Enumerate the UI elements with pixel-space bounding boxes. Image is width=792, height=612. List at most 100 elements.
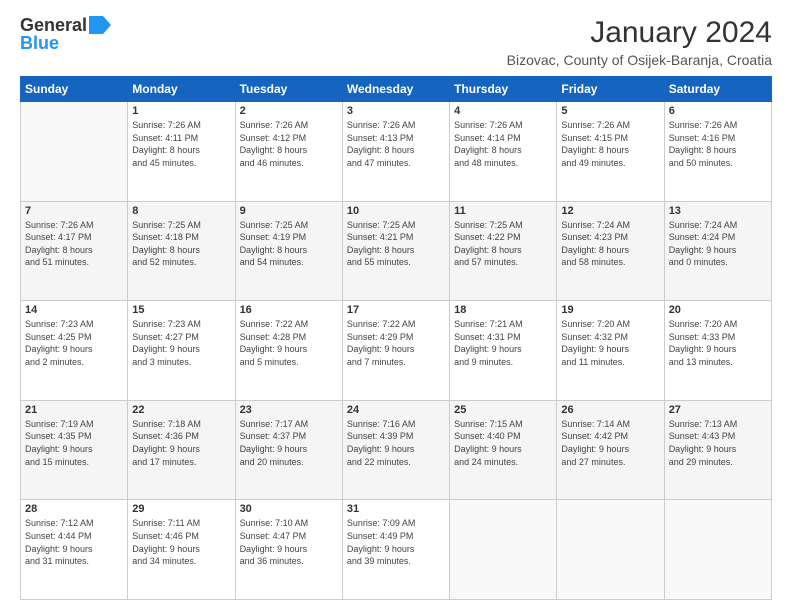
calendar-cell: 21Sunrise: 7:19 AM Sunset: 4:35 PM Dayli…: [21, 400, 128, 500]
day-info: Sunrise: 7:11 AM Sunset: 4:46 PM Dayligh…: [132, 517, 230, 567]
day-info: Sunrise: 7:23 AM Sunset: 4:27 PM Dayligh…: [132, 318, 230, 368]
day-info: Sunrise: 7:21 AM Sunset: 4:31 PM Dayligh…: [454, 318, 552, 368]
day-info: Sunrise: 7:17 AM Sunset: 4:37 PM Dayligh…: [240, 418, 338, 468]
week-row-4: 28Sunrise: 7:12 AM Sunset: 4:44 PM Dayli…: [21, 500, 772, 600]
day-number: 19: [561, 304, 659, 316]
calendar-cell: 24Sunrise: 7:16 AM Sunset: 4:39 PM Dayli…: [342, 400, 449, 500]
week-row-0: 1Sunrise: 7:26 AM Sunset: 4:11 PM Daylig…: [21, 102, 772, 202]
calendar-cell: 14 Sunrise: 7:23 AM Sunset: 4:25 PM Dayli…: [21, 301, 128, 401]
day-number: 13: [669, 205, 767, 217]
calendar-cell: 6Sunrise: 7:26 AM Sunset: 4:16 PM Daylig…: [664, 102, 771, 202]
calendar-cell: 18 Sunrise: 7:21 AM Sunset: 4:31 PM Dayli…: [450, 301, 557, 401]
calendar-table: SundayMondayTuesdayWednesdayThursdayFrid…: [20, 76, 772, 600]
day-info: Sunrise: 7:22 AM Sunset: 4:29 PM Dayligh…: [347, 318, 445, 368]
day-number: 24: [347, 404, 445, 416]
day-number: 15: [132, 304, 230, 316]
day-number: 25: [454, 404, 552, 416]
day-number: 21: [25, 404, 123, 416]
calendar-cell: 5 Sunrise: 7:26 AM Sunset: 4:15 PM Daylig…: [557, 102, 664, 202]
calendar-cell: 9Sunrise: 7:25 AM Sunset: 4:19 PM Daylig…: [235, 201, 342, 301]
calendar-cell: 12 Sunrise: 7:24 AM Sunset: 4:23 PM Dayli…: [557, 201, 664, 301]
day-info: Sunrise: 7:20 AM Sunset: 4:32 PM Dayligh…: [561, 318, 659, 368]
day-number: 16: [240, 304, 338, 316]
calendar-header-row: SundayMondayTuesdayWednesdayThursdayFrid…: [21, 77, 772, 102]
week-row-2: 14 Sunrise: 7:23 AM Sunset: 4:25 PM Dayli…: [21, 301, 772, 401]
day-number: 17: [347, 304, 445, 316]
day-header-monday: Monday: [128, 77, 235, 102]
day-number: 29: [132, 503, 230, 515]
day-number: 3: [347, 105, 445, 117]
calendar-cell: 28Sunrise: 7:12 AM Sunset: 4:44 PM Dayli…: [21, 500, 128, 600]
page: General Blue January 2024 Bizovac, Count…: [0, 0, 792, 612]
day-header-saturday: Saturday: [664, 77, 771, 102]
day-header-friday: Friday: [557, 77, 664, 102]
day-number: 7: [25, 205, 123, 217]
calendar-cell: [21, 102, 128, 202]
day-number: 12: [561, 205, 659, 217]
month-title: January 2024: [507, 16, 772, 50]
day-number: 14: [25, 304, 123, 316]
day-info: Sunrise: 7:25 AM Sunset: 4:18 PM Dayligh…: [132, 219, 230, 269]
day-info: Sunrise: 7:25 AM Sunset: 4:22 PM Dayligh…: [454, 219, 552, 269]
day-header-tuesday: Tuesday: [235, 77, 342, 102]
calendar-cell: 19 Sunrise: 7:20 AM Sunset: 4:32 PM Dayli…: [557, 301, 664, 401]
logo-icon: [89, 16, 111, 34]
day-number: 22: [132, 404, 230, 416]
day-number: 8: [132, 205, 230, 217]
day-info: Sunrise: 7:24 AM Sunset: 4:23 PM Dayligh…: [561, 219, 659, 269]
day-header-sunday: Sunday: [21, 77, 128, 102]
calendar-cell: 2 Sunrise: 7:26 AM Sunset: 4:12 PM Daylig…: [235, 102, 342, 202]
calendar-cell: 15 Sunrise: 7:23 AM Sunset: 4:27 PM Dayli…: [128, 301, 235, 401]
calendar-cell: 22 Sunrise: 7:18 AM Sunset: 4:36 PM Dayli…: [128, 400, 235, 500]
calendar-cell: 23 Sunrise: 7:17 AM Sunset: 4:37 PM Dayli…: [235, 400, 342, 500]
calendar-cell: 7 Sunrise: 7:26 AM Sunset: 4:17 PM Daylig…: [21, 201, 128, 301]
day-info: Sunrise: 7:20 AM Sunset: 4:33 PM Dayligh…: [669, 318, 767, 368]
calendar-cell: 31Sunrise: 7:09 AM Sunset: 4:49 PM Dayli…: [342, 500, 449, 600]
logo: General Blue: [20, 16, 111, 53]
day-number: 18: [454, 304, 552, 316]
calendar-cell: 1Sunrise: 7:26 AM Sunset: 4:11 PM Daylig…: [128, 102, 235, 202]
day-info: Sunrise: 7:22 AM Sunset: 4:28 PM Dayligh…: [240, 318, 338, 368]
day-header-wednesday: Wednesday: [342, 77, 449, 102]
calendar-cell: 3 Sunrise: 7:26 AM Sunset: 4:13 PM Daylig…: [342, 102, 449, 202]
title-area: January 2024 Bizovac, County of Osijek-B…: [507, 16, 772, 68]
day-number: 2: [240, 105, 338, 117]
day-info: Sunrise: 7:15 AM Sunset: 4:40 PM Dayligh…: [454, 418, 552, 468]
day-info: Sunrise: 7:09 AM Sunset: 4:49 PM Dayligh…: [347, 517, 445, 567]
day-info: Sunrise: 7:26 AM Sunset: 4:13 PM Dayligh…: [347, 119, 445, 169]
calendar-cell: [557, 500, 664, 600]
calendar-cell: 16 Sunrise: 7:22 AM Sunset: 4:28 PM Dayli…: [235, 301, 342, 401]
day-info: Sunrise: 7:24 AM Sunset: 4:24 PM Dayligh…: [669, 219, 767, 269]
day-info: Sunrise: 7:26 AM Sunset: 4:15 PM Dayligh…: [561, 119, 659, 169]
day-number: 26: [561, 404, 659, 416]
week-row-1: 7 Sunrise: 7:26 AM Sunset: 4:17 PM Daylig…: [21, 201, 772, 301]
calendar-cell: 25 Sunrise: 7:15 AM Sunset: 4:40 PM Dayli…: [450, 400, 557, 500]
header: General Blue January 2024 Bizovac, Count…: [20, 16, 772, 68]
day-info: Sunrise: 7:26 AM Sunset: 4:17 PM Dayligh…: [25, 219, 123, 269]
calendar-cell: 8 Sunrise: 7:25 AM Sunset: 4:18 PM Daylig…: [128, 201, 235, 301]
day-number: 28: [25, 503, 123, 515]
day-info: Sunrise: 7:23 AM Sunset: 4:25 PM Dayligh…: [25, 318, 123, 368]
day-info: Sunrise: 7:26 AM Sunset: 4:16 PM Dayligh…: [669, 119, 767, 169]
calendar-cell: 26Sunrise: 7:14 AM Sunset: 4:42 PM Dayli…: [557, 400, 664, 500]
logo-general: General: [20, 16, 87, 34]
day-number: 23: [240, 404, 338, 416]
day-info: Sunrise: 7:26 AM Sunset: 4:14 PM Dayligh…: [454, 119, 552, 169]
day-info: Sunrise: 7:18 AM Sunset: 4:36 PM Dayligh…: [132, 418, 230, 468]
logo-blue: Blue: [20, 33, 59, 53]
calendar-cell: 4Sunrise: 7:26 AM Sunset: 4:14 PM Daylig…: [450, 102, 557, 202]
day-info: Sunrise: 7:25 AM Sunset: 4:21 PM Dayligh…: [347, 219, 445, 269]
location-title: Bizovac, County of Osijek-Baranja, Croat…: [507, 52, 772, 68]
day-info: Sunrise: 7:10 AM Sunset: 4:47 PM Dayligh…: [240, 517, 338, 567]
day-header-thursday: Thursday: [450, 77, 557, 102]
day-number: 9: [240, 205, 338, 217]
day-number: 5: [561, 105, 659, 117]
calendar-cell: 10Sunrise: 7:25 AM Sunset: 4:21 PM Dayli…: [342, 201, 449, 301]
calendar-cell: [664, 500, 771, 600]
week-row-3: 21Sunrise: 7:19 AM Sunset: 4:35 PM Dayli…: [21, 400, 772, 500]
calendar-cell: 20Sunrise: 7:20 AM Sunset: 4:33 PM Dayli…: [664, 301, 771, 401]
day-info: Sunrise: 7:26 AM Sunset: 4:12 PM Dayligh…: [240, 119, 338, 169]
day-number: 11: [454, 205, 552, 217]
day-number: 1: [132, 105, 230, 117]
day-info: Sunrise: 7:13 AM Sunset: 4:43 PM Dayligh…: [669, 418, 767, 468]
